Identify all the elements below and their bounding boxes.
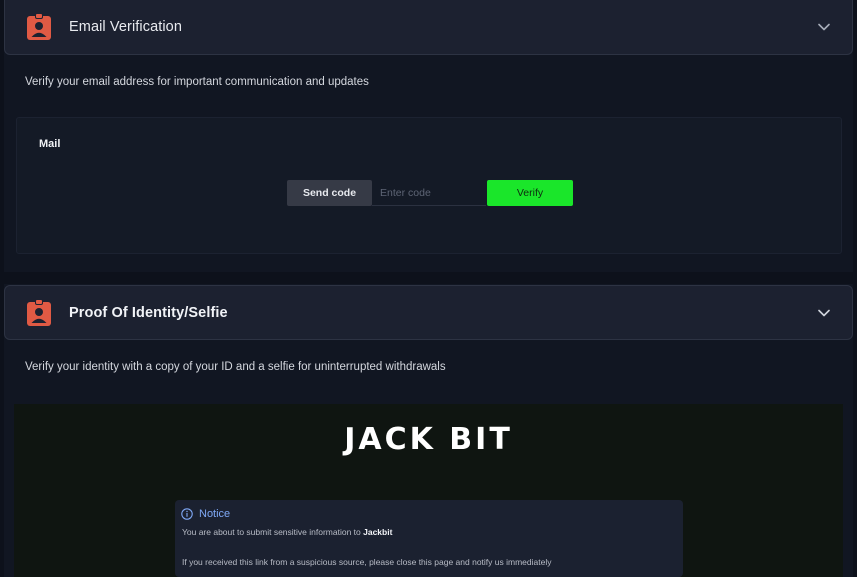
info-icon <box>181 508 193 520</box>
notice-title: Notice <box>199 508 231 520</box>
notice-message-text: You are about to submit sensitive inform… <box>182 527 364 537</box>
jackbit-logo: JACK BIT <box>344 422 513 457</box>
notice-brand-name: Jackbit <box>363 527 393 537</box>
notice-warning: If you received this link from a suspici… <box>182 557 552 567</box>
identity-verification-header[interactable]: Proof Of Identity/Selfie <box>4 285 853 340</box>
send-code-button[interactable]: Send code <box>287 180 372 206</box>
code-input[interactable] <box>372 180 486 206</box>
id-badge-icon <box>26 298 52 327</box>
email-verification-header[interactable]: Email Verification <box>4 0 853 55</box>
notice-header: Notice <box>181 508 230 520</box>
verification-page: Email Verification Verify your email add… <box>0 0 857 577</box>
chevron-down-icon[interactable] <box>818 23 830 31</box>
notice-box: Notice You are about to submit sensitive… <box>175 500 683 577</box>
mail-card: Mail Send code Verify <box>16 117 842 254</box>
verify-button[interactable]: Verify <box>487 180 573 206</box>
chevron-down-icon[interactable] <box>818 309 830 317</box>
email-verification-description: Verify your email address for important … <box>25 76 369 88</box>
email-verification-title: Email Verification <box>69 19 183 35</box>
identity-verification-description: Verify your identity with a copy of your… <box>25 361 446 373</box>
identity-verification-title: Proof Of Identity/Selfie <box>69 304 228 321</box>
mail-label: Mail <box>39 138 61 150</box>
notice-message: You are about to submit sensitive inform… <box>182 527 392 537</box>
identity-embed-card: JACK BIT Notice You are about to submit … <box>14 404 843 577</box>
id-badge-icon <box>26 13 52 41</box>
